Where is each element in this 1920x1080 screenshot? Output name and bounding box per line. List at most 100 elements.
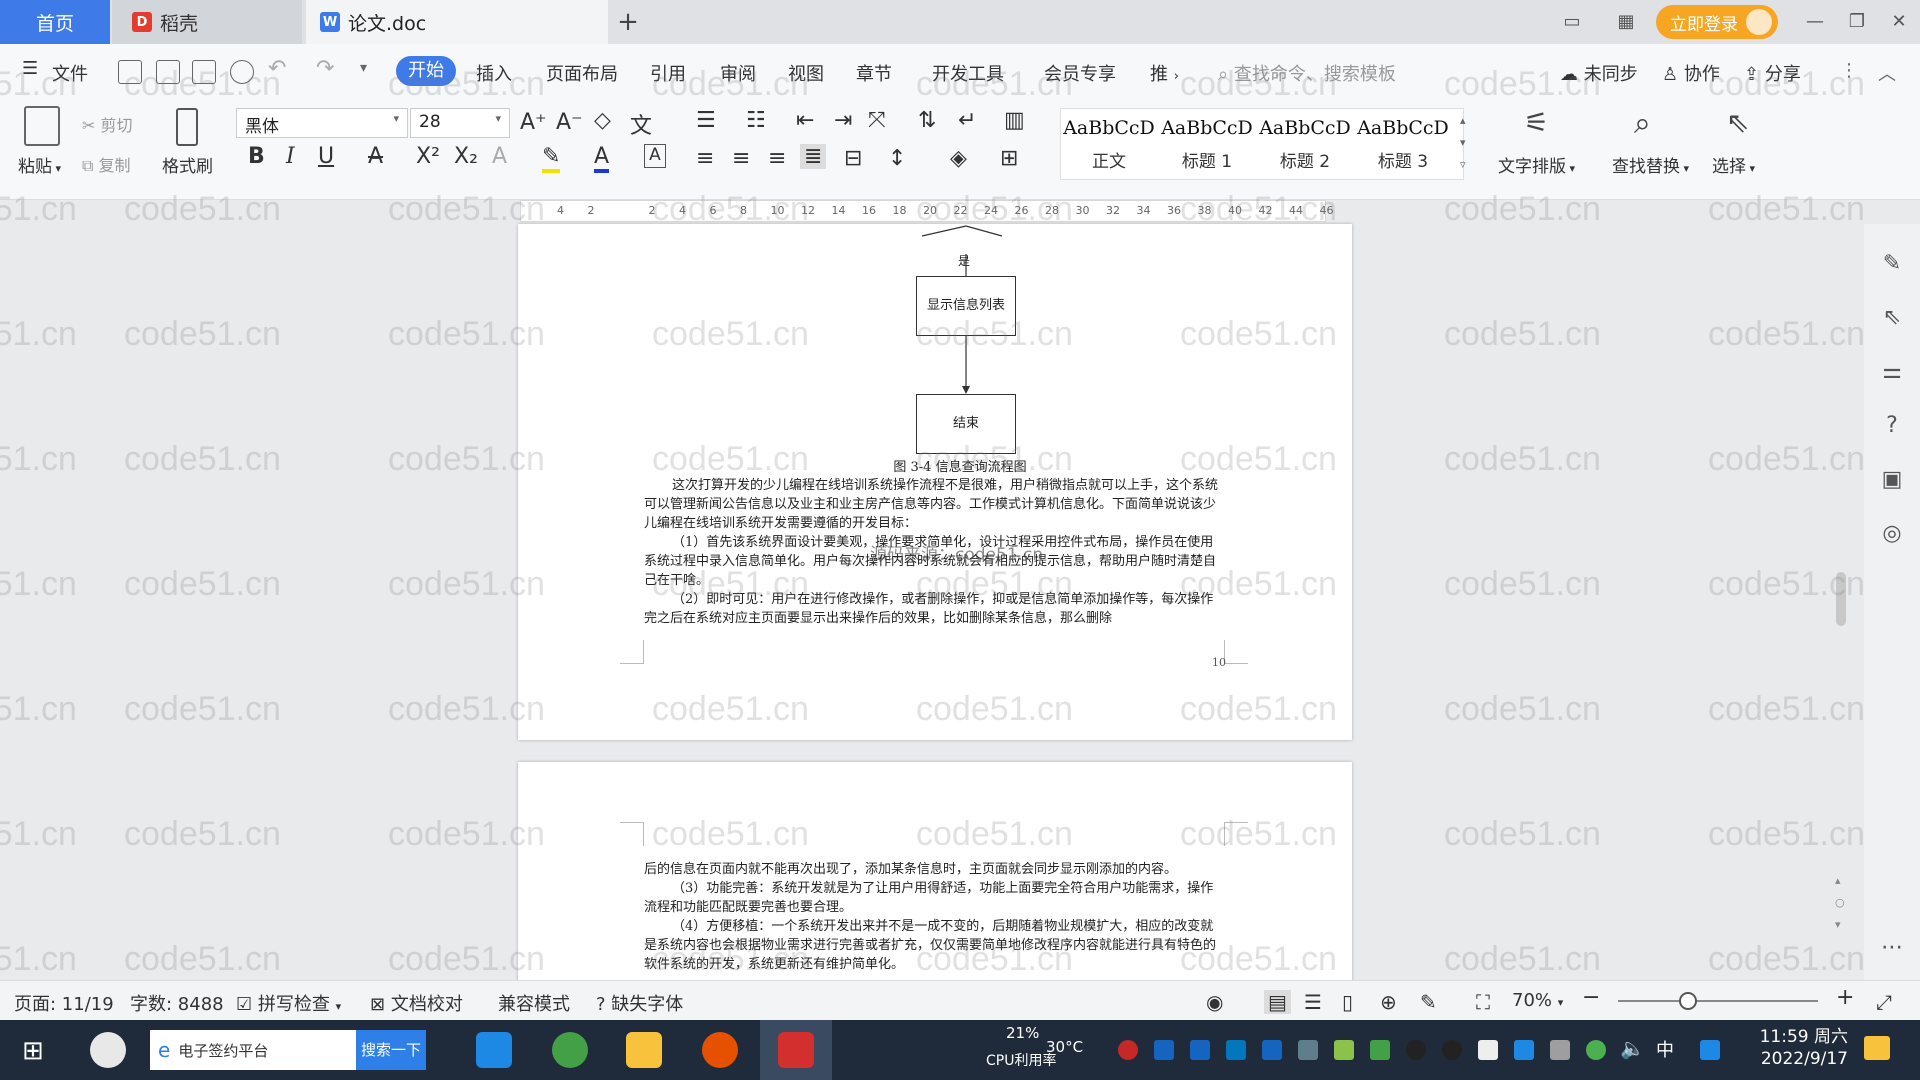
bullet-list-icon[interactable]: ☰ (696, 108, 716, 133)
layout-icon[interactable]: ▭ (1560, 10, 1584, 34)
app-icon[interactable] (702, 1032, 738, 1068)
browser-icon[interactable] (552, 1032, 588, 1068)
export-icon[interactable] (156, 60, 180, 84)
align-center-icon[interactable]: ≡ (732, 146, 750, 171)
proofread-button[interactable]: ⊠ 文档校对 (370, 990, 463, 1016)
menu-page-layout[interactable]: 页面布局 (546, 60, 618, 86)
font-family-select[interactable]: 黑体 ▾ (236, 108, 408, 138)
menu-view[interactable]: 视图 (788, 60, 824, 86)
more-icon[interactable]: ⋮ (1840, 60, 1858, 81)
ime-indicator[interactable]: 中 (1656, 1036, 1674, 1062)
vertical-scrollbar[interactable]: ▴ ○ ▾ (1834, 224, 1848, 980)
new-tab-button[interactable]: + (612, 6, 644, 38)
battery-icon[interactable] (1478, 1040, 1498, 1060)
web-view-icon[interactable]: ⊕ (1380, 990, 1397, 1014)
cursor-icon[interactable]: ⇖ (1726, 106, 1749, 139)
phonetic-icon[interactable]: 文 (630, 108, 652, 140)
login-button[interactable]: 立即登录 (1656, 5, 1778, 39)
menu-file[interactable]: 文件 (52, 60, 88, 86)
compass-icon[interactable]: ◎ (1878, 520, 1906, 548)
italic-icon[interactable]: I (286, 144, 295, 169)
clear-format-icon[interactable]: ◇ (594, 108, 611, 133)
qq-icon[interactable] (1406, 1040, 1426, 1060)
strikethrough-icon[interactable]: A (368, 144, 383, 169)
zoom-select[interactable]: 70% ▾ (1512, 990, 1563, 1011)
line-spacing-icon[interactable]: ↕ (888, 146, 906, 171)
align-right-icon[interactable]: ≡ (768, 146, 786, 171)
usb-icon[interactable] (1550, 1040, 1570, 1060)
underline-icon[interactable]: U (318, 144, 334, 169)
zoom-slider-knob[interactable] (1679, 992, 1697, 1010)
paste-icon[interactable] (24, 106, 60, 146)
fit-page-icon[interactable]: ⛶ (1476, 990, 1490, 1014)
outline-view-icon[interactable]: ☰ (1304, 990, 1322, 1014)
paste-button[interactable]: 粘贴 ▾ (18, 152, 61, 177)
page-nav-icon[interactable]: ▴ ○ ▾ (1835, 870, 1845, 936)
print-preview-icon[interactable] (230, 60, 254, 84)
tray-icon[interactable] (1118, 1040, 1138, 1060)
shield-icon[interactable] (1262, 1040, 1282, 1060)
numbered-list-icon[interactable]: ☷ (746, 108, 766, 133)
zoom-out-icon[interactable]: − (1582, 985, 1600, 1010)
bluetooth-icon[interactable] (1514, 1040, 1534, 1060)
spell-check-button[interactable]: ☑ 拼写检查 ▾ (236, 990, 341, 1016)
menu-start[interactable]: 开始 (396, 56, 456, 86)
more-dots-icon[interactable]: ⋯ (1878, 934, 1906, 962)
superscript-icon[interactable]: X² (416, 144, 440, 169)
save-icon[interactable] (118, 60, 142, 84)
collapse-ribbon-icon[interactable]: ︿ (1878, 60, 1896, 86)
format-painter-icon[interactable] (176, 108, 198, 146)
file-explorer-icon[interactable] (626, 1032, 662, 1068)
style-normal[interactable]: AaBbCcD 正文 (1061, 109, 1157, 179)
share-button[interactable]: ⇪ 分享 (1744, 60, 1801, 86)
taskbar-search-box[interactable]: e 电子签约平台 (150, 1030, 356, 1070)
menu-insert[interactable]: 插入 (476, 60, 512, 86)
notification-icon[interactable] (1864, 1036, 1890, 1060)
style-heading-1[interactable]: AaBbCcD 标题 1 (1159, 109, 1255, 179)
tray-icon[interactable] (1334, 1040, 1354, 1060)
borders-icon[interactable]: ⊞ (1000, 146, 1018, 171)
shading-icon[interactable]: ◈ (950, 146, 967, 171)
font-color-icon[interactable]: A (594, 144, 610, 173)
undo-icon[interactable]: ↶ (268, 56, 286, 81)
tab-daoke[interactable]: D 稻壳 (112, 0, 302, 44)
tray-icon[interactable] (1190, 1040, 1210, 1060)
taskbar-search-button[interactable]: 搜索一下 (356, 1030, 426, 1070)
document-page-1[interactable]: 是 显示信息列表 结束 图 3-4 信息查询流程图 这次打算开发的少儿编程在线培… (518, 224, 1352, 740)
distribute-icon[interactable]: ⊟ (844, 146, 862, 171)
reading-view-icon[interactable]: ▯ (1342, 990, 1353, 1014)
tray-icon[interactable] (1586, 1040, 1606, 1060)
table-tools-icon[interactable]: ▥ (1004, 108, 1025, 133)
char-border-icon[interactable]: A (644, 144, 666, 168)
text-effect-icon[interactable]: A (492, 144, 507, 169)
ime-tool-icon[interactable] (1700, 1040, 1720, 1060)
scrollbar-thumb[interactable] (1836, 572, 1846, 626)
volume-icon[interactable]: 🔈 (1620, 1036, 1645, 1060)
wps-taskbar-button[interactable] (760, 1020, 832, 1080)
internet-explorer-icon[interactable] (476, 1032, 512, 1068)
menu-developer[interactable]: 开发工具 (932, 60, 1004, 86)
word-count[interactable]: 字数: 8488 (130, 990, 224, 1016)
hamburger-icon[interactable]: ☰ (22, 58, 38, 79)
tab-document[interactable]: W 论文.doc (306, 0, 608, 44)
collab-button[interactable]: ♙ 协作 (1662, 60, 1720, 86)
pinned-app-icon[interactable] (90, 1032, 126, 1068)
minimize-button[interactable]: — (1800, 8, 1830, 36)
qq-icon[interactable] (1442, 1040, 1462, 1060)
chinese-layout-icon[interactable]: ⤧ (868, 108, 886, 133)
fullscreen-icon[interactable]: ⤢ (1876, 990, 1892, 1014)
redo-icon[interactable]: ↷ (316, 56, 334, 81)
increase-font-icon[interactable]: A⁺ (520, 110, 547, 135)
text-layout-button[interactable]: 文字排版 ▾ (1498, 152, 1575, 177)
text-layout-icon[interactable]: ⚟ (1524, 106, 1549, 139)
missing-font-button[interactable]: ? 缺失字体 (596, 990, 683, 1016)
quick-access-more-icon[interactable]: ▾ (360, 60, 367, 76)
menu-references[interactable]: 引用 (650, 60, 686, 86)
help-icon[interactable]: ? (1878, 412, 1906, 440)
pointer-icon[interactable]: ⇖ (1878, 304, 1906, 332)
write-view-icon[interactable]: ✎ (1420, 990, 1437, 1014)
close-button[interactable]: ✕ (1884, 8, 1914, 36)
windows-start-icon[interactable]: ⊞ (22, 1036, 44, 1066)
indent-icon[interactable]: ⇥ (834, 108, 852, 133)
pen-icon[interactable]: ✎ (1878, 250, 1906, 278)
